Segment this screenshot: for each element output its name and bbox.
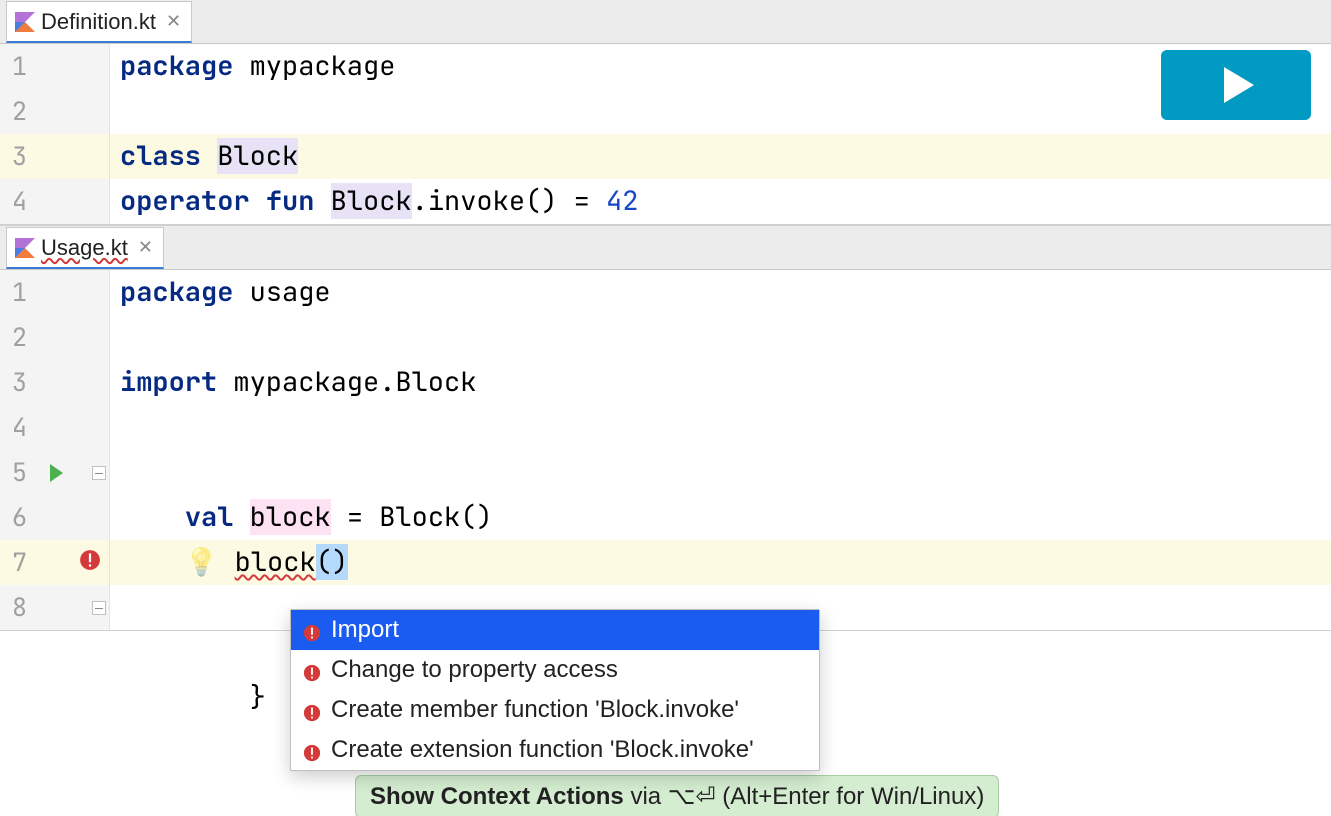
line-number: 6: [0, 495, 109, 540]
run-gutter-icon[interactable]: [50, 464, 63, 482]
gutter-bottom: 1 2 3 4 5 6 7 8: [0, 270, 110, 630]
fold-toggle-icon[interactable]: [92, 466, 106, 480]
tab-label: Usage.kt: [41, 235, 128, 261]
intention-bulb-icon[interactable]: [79, 540, 101, 585]
code-line[interactable]: [110, 405, 1331, 450]
gutter-top: 1 2 3 4: [0, 44, 110, 224]
intention-actions-popup[interactable]: Import Change to property access Create …: [290, 609, 820, 771]
editor-bottom[interactable]: 1 2 3 4 5 6 7 8 package usage import myp…: [0, 270, 1331, 630]
code-line[interactable]: fun main() {: [110, 450, 1331, 495]
run-button[interactable]: [1161, 50, 1311, 120]
popup-item-label: Create member function 'Block.invoke': [331, 696, 739, 724]
code-line[interactable]: operator fun Block.invoke() = 42: [110, 179, 1331, 224]
line-number: 3: [0, 134, 109, 179]
tab-definition[interactable]: Definition.kt ✕: [6, 1, 192, 43]
hint-tail: (Alt+Enter for Win/Linux): [722, 783, 984, 810]
hint-mid: via ⌥⏎: [624, 783, 722, 810]
tab-bar-top: Definition.kt ✕: [0, 0, 1331, 44]
editor-pane-definition: Definition.kt ✕ 1 2 3 4 package mypackag…: [0, 0, 1331, 225]
code-line[interactable]: val block = Block(): [110, 495, 1331, 540]
popup-item-property-access[interactable]: Change to property access: [291, 650, 819, 690]
popup-item-label: Change to property access: [331, 656, 618, 684]
code-line[interactable]: [110, 89, 1331, 134]
popup-item-label: Import: [331, 616, 399, 644]
tab-usage[interactable]: Usage.kt ✕: [6, 227, 164, 269]
line-number: 2: [0, 315, 109, 360]
editor-top[interactable]: 1 2 3 4 package mypackage class Block op…: [0, 44, 1331, 224]
tab-label: Definition.kt: [41, 9, 156, 35]
line-number: 1: [0, 270, 109, 315]
error-bulb-icon: [303, 621, 321, 639]
code-line[interactable]: 💡 block(): [110, 540, 1331, 585]
popup-item-label: Create extension function 'Block.invoke': [331, 736, 754, 764]
play-icon: [1224, 67, 1254, 103]
kotlin-file-icon: [15, 238, 35, 258]
popup-item-create-extension[interactable]: Create extension function 'Block.invoke': [291, 730, 819, 770]
line-number: 7: [0, 540, 109, 585]
line-number: 4: [0, 405, 109, 450]
code-line[interactable]: class Block: [110, 134, 1331, 179]
line-number: 4: [0, 179, 109, 224]
line-number: 3: [0, 360, 109, 405]
code-area-top[interactable]: package mypackage class Block operator f…: [110, 44, 1331, 224]
kotlin-file-icon: [15, 12, 35, 32]
line-number: 1: [0, 44, 109, 89]
code-line[interactable]: package usage: [110, 270, 1331, 315]
code-line[interactable]: import mypackage.Block: [110, 360, 1331, 405]
popup-item-create-member[interactable]: Create member function 'Block.invoke': [291, 690, 819, 730]
close-icon[interactable]: ✕: [138, 237, 153, 258]
editor-pane-usage: Usage.kt ✕ 1 2 3 4 5 6 7 8 package usage: [0, 225, 1331, 631]
close-icon[interactable]: ✕: [166, 11, 181, 32]
error-bulb-icon: [303, 661, 321, 679]
code-line[interactable]: [110, 315, 1331, 360]
context-actions-hint: Show Context Actions via ⌥⏎ (Alt+Enter f…: [355, 775, 999, 816]
error-bulb-icon: [303, 701, 321, 719]
tab-bar-bottom: Usage.kt ✕: [0, 226, 1331, 270]
popup-item-import[interactable]: Import: [291, 610, 819, 650]
fold-toggle-icon[interactable]: [92, 601, 106, 615]
code-line[interactable]: package mypackage: [110, 44, 1331, 89]
hint-bold: Show Context Actions: [370, 783, 624, 810]
error-bulb-icon: [303, 741, 321, 759]
code-area-bottom[interactable]: package usage import mypackage.Block fun…: [110, 270, 1331, 630]
line-number: 2: [0, 89, 109, 134]
